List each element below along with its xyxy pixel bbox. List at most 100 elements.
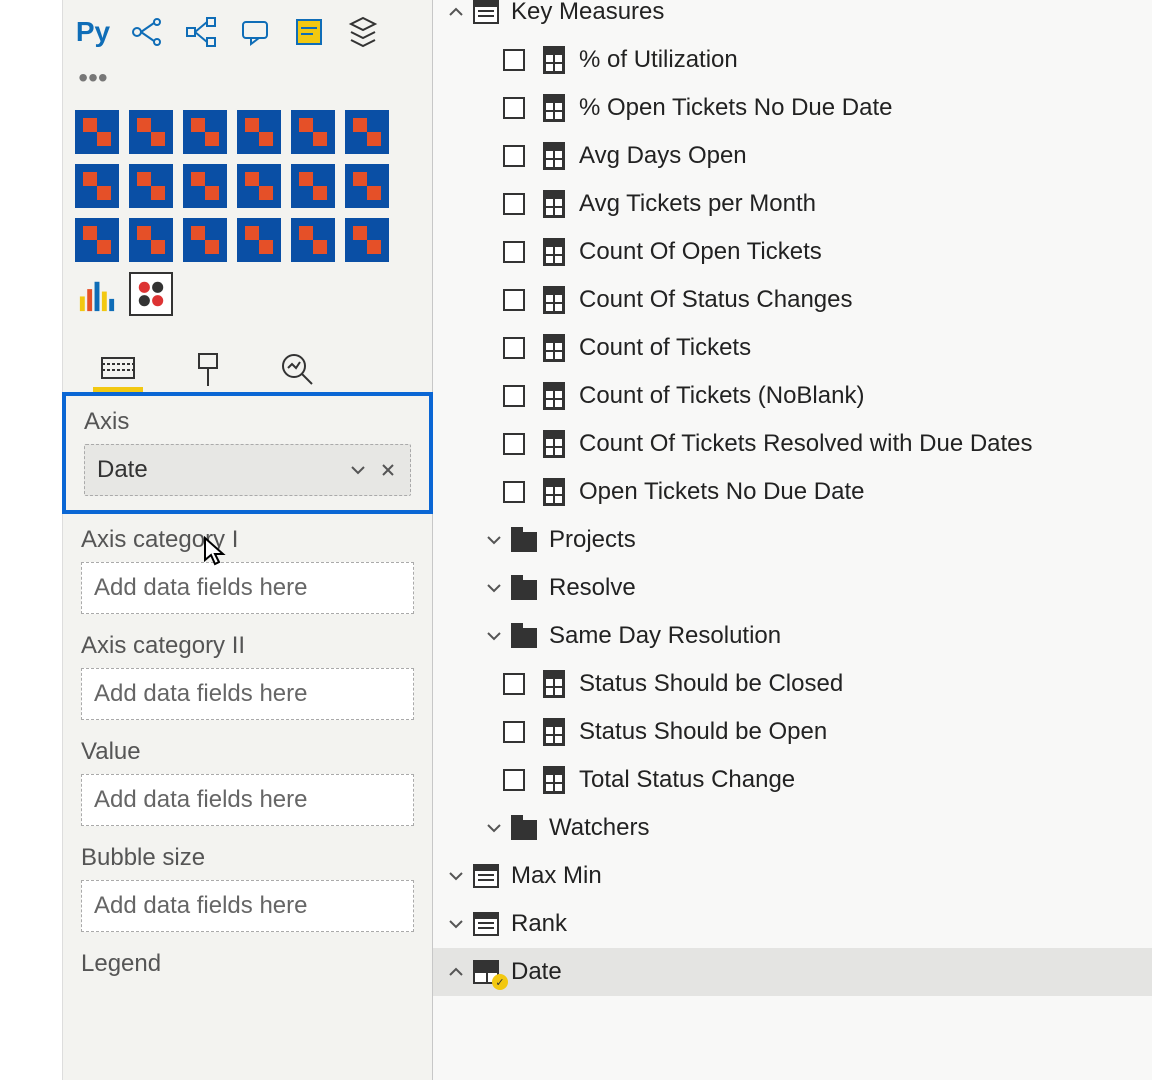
measure-label: Count Of Open Tickets: [579, 238, 822, 266]
measure-status-open[interactable]: Status Should be Open: [433, 708, 1152, 756]
chevron-down-icon[interactable]: [479, 626, 509, 646]
checkbox[interactable]: [503, 433, 525, 455]
checkbox[interactable]: [503, 241, 525, 263]
axis-field-remove-icon[interactable]: [378, 460, 398, 480]
custom-viz-1[interactable]: [75, 110, 119, 154]
checkbox[interactable]: [503, 769, 525, 791]
custom-viz-3[interactable]: [183, 110, 227, 154]
custom-viz-8[interactable]: [129, 164, 173, 208]
custom-viz-12[interactable]: [345, 164, 389, 208]
checkbox[interactable]: [503, 337, 525, 359]
viz-key-influencers-icon[interactable]: [129, 14, 165, 50]
visualizations-pane: Py •••: [63, 0, 433, 1080]
measure-label: Status Should be Closed: [579, 670, 843, 698]
chevron-down-icon[interactable]: [479, 578, 509, 598]
measure-open-no-due[interactable]: % Open Tickets No Due Date: [433, 84, 1152, 132]
well-axis-cat2-label: Axis category II: [81, 632, 414, 660]
measure-total-status-change[interactable]: Total Status Change: [433, 756, 1152, 804]
checkbox[interactable]: [503, 721, 525, 743]
viz-more-icon[interactable]: •••: [75, 60, 111, 96]
measure-icon: [539, 333, 569, 363]
viz-decomposition-icon[interactable]: [183, 14, 219, 50]
custom-viz-2[interactable]: [129, 110, 173, 154]
custom-viz-15[interactable]: [183, 218, 227, 262]
table-max-min-label: Max Min: [511, 862, 602, 890]
measure-avg-tickets-month[interactable]: Avg Tickets per Month: [433, 180, 1152, 228]
chevron-down-icon[interactable]: [441, 914, 471, 934]
fields-pane: Key Measures % of Utilization % Open Tic…: [433, 0, 1152, 1080]
checkbox[interactable]: [503, 289, 525, 311]
well-value-label: Value: [81, 738, 414, 766]
measure-count-open-tickets[interactable]: Count Of Open Tickets: [433, 228, 1152, 276]
table-max-min[interactable]: Max Min: [433, 852, 1152, 900]
measure-count-tickets[interactable]: Count of Tickets: [433, 324, 1152, 372]
tab-format[interactable]: [183, 348, 233, 392]
custom-viz-7[interactable]: [75, 164, 119, 208]
custom-viz-18[interactable]: [345, 218, 389, 262]
viz-icons-row-2: •••: [63, 60, 432, 96]
measure-icon: [539, 141, 569, 171]
custom-viz-5[interactable]: [291, 110, 335, 154]
custom-viz-10[interactable]: [237, 164, 281, 208]
measure-count-resolved-due[interactable]: Count Of Tickets Resolved with Due Dates: [433, 420, 1152, 468]
checkbox[interactable]: [503, 145, 525, 167]
custom-viz-16[interactable]: [237, 218, 281, 262]
folder-watchers[interactable]: Watchers: [433, 804, 1152, 852]
viz-paginated-icon[interactable]: [345, 14, 381, 50]
chevron-down-icon[interactable]: [441, 866, 471, 886]
custom-viz-13[interactable]: [75, 218, 119, 262]
axis-field-dropdown-icon[interactable]: [348, 460, 368, 480]
well-axis-label: Axis: [84, 408, 411, 436]
folder-icon: [509, 525, 539, 555]
viz-narrative-icon[interactable]: [291, 14, 327, 50]
measure-table-icon: [471, 0, 501, 27]
well-axis-cat1: Axis category I Add data fields here: [63, 514, 432, 620]
viz-python-icon[interactable]: Py: [75, 14, 111, 50]
well-value-drop[interactable]: Add data fields here: [81, 774, 414, 826]
checkbox[interactable]: [503, 193, 525, 215]
measure-open-tickets-no-due[interactable]: Open Tickets No Due Date: [433, 468, 1152, 516]
chevron-up-icon[interactable]: [441, 962, 471, 982]
well-axis-cat1-drop[interactable]: Add data fields here: [81, 562, 414, 614]
folder-projects[interactable]: Projects: [433, 516, 1152, 564]
checkbox[interactable]: [503, 385, 525, 407]
table-date-label: Date: [511, 958, 562, 986]
custom-viz-9[interactable]: [183, 164, 227, 208]
viz-qa-icon[interactable]: [237, 14, 273, 50]
measure-label: Avg Tickets per Month: [579, 190, 816, 218]
folder-resolve[interactable]: Resolve: [433, 564, 1152, 612]
table-key-measures-label: Key Measures: [511, 0, 664, 26]
measure-table-icon: [471, 909, 501, 939]
chevron-down-icon[interactable]: [479, 530, 509, 550]
measure-icon: [539, 429, 569, 459]
checkbox[interactable]: [503, 97, 525, 119]
custom-viz-6[interactable]: [345, 110, 389, 154]
checkbox[interactable]: [503, 481, 525, 503]
custom-viz-11[interactable]: [291, 164, 335, 208]
well-legend: Legend: [63, 938, 432, 978]
checkbox[interactable]: [503, 49, 525, 71]
custom-viz-4[interactable]: [237, 110, 281, 154]
well-bubble-drop[interactable]: Add data fields here: [81, 880, 414, 932]
folder-same-day[interactable]: Same Day Resolution: [433, 612, 1152, 660]
tab-fields[interactable]: [93, 348, 143, 392]
table-date[interactable]: ✓ Date: [433, 948, 1152, 996]
custom-viz-heatmap[interactable]: [75, 272, 119, 316]
table-key-measures[interactable]: Key Measures: [433, 0, 1152, 36]
custom-viz-17[interactable]: [291, 218, 335, 262]
checkbox[interactable]: [503, 673, 525, 695]
chevron-down-icon[interactable]: [479, 818, 509, 838]
well-axis-cat2-drop[interactable]: Add data fields here: [81, 668, 414, 720]
tab-analytics[interactable]: [273, 348, 323, 392]
chevron-up-icon[interactable]: [441, 2, 471, 22]
measure-count-status-changes[interactable]: Count Of Status Changes: [433, 276, 1152, 324]
axis-field-pill[interactable]: Date: [84, 444, 411, 496]
custom-viz-dots[interactable]: [129, 272, 173, 316]
custom-viz-14[interactable]: [129, 218, 173, 262]
measure-status-closed[interactable]: Status Should be Closed: [433, 660, 1152, 708]
measure-count-tickets-noblank[interactable]: Count of Tickets (NoBlank): [433, 372, 1152, 420]
table-rank[interactable]: Rank: [433, 900, 1152, 948]
measure-utilization[interactable]: % of Utilization: [433, 36, 1152, 84]
measure-label: Open Tickets No Due Date: [579, 478, 864, 506]
measure-avg-days-open[interactable]: Avg Days Open: [433, 132, 1152, 180]
